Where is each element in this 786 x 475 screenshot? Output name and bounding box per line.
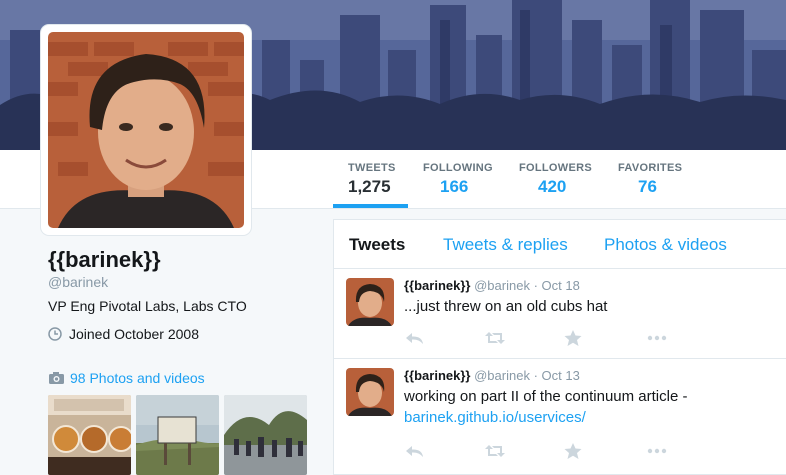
tab-tweets-replies[interactable]: Tweets & replies	[443, 235, 568, 255]
tweet-header: {{barinek}} @barinek · Oct 18	[404, 278, 580, 293]
stat-followers-label: FOLLOWERS	[519, 162, 592, 174]
camera-icon	[49, 372, 64, 384]
avatar-photo	[346, 368, 394, 416]
star-icon[interactable]	[562, 329, 584, 347]
tweet-date[interactable]: Oct 13	[542, 368, 580, 383]
photo-thumbnail[interactable]	[48, 395, 131, 475]
stat-following[interactable]: FOLLOWING 166	[423, 162, 493, 197]
clock-icon	[48, 327, 62, 341]
avatar-photo	[48, 32, 244, 228]
tweet-text: ...just threw on an old cubs hat	[404, 298, 608, 315]
tweet-link[interactable]: barinek.github.io/uservices/	[404, 407, 687, 428]
stat-followers-value: 420	[538, 177, 567, 196]
more-icon[interactable]	[646, 442, 668, 460]
photos-videos-link[interactable]: 98 Photos and videos	[48, 370, 205, 386]
stat-following-value: 166	[440, 177, 469, 196]
timeline-tabs: Tweets Tweets & replies Photos & videos	[334, 220, 786, 269]
avatar-photo	[346, 278, 394, 326]
tweets-timeline: Tweets Tweets & replies Photos & videos …	[333, 219, 786, 475]
tweet-separator: ·	[533, 368, 538, 383]
more-icon[interactable]	[646, 329, 668, 347]
tweet-author-handle[interactable]: @barinek	[474, 368, 530, 383]
race-crowd-photo	[224, 395, 307, 475]
tweet-item[interactable]: {{barinek}} @barinek · Oct 13 working on…	[334, 359, 786, 475]
profile-handle[interactable]: @barinek	[48, 274, 108, 290]
tab-tweets[interactable]: Tweets	[349, 235, 405, 255]
photos-videos-label: 98 Photos and videos	[70, 370, 205, 386]
tweet-separator: ·	[533, 278, 538, 293]
retweet-icon[interactable]	[484, 329, 506, 347]
tweet-avatar[interactable]	[346, 368, 394, 416]
stat-followers[interactable]: FOLLOWERS 420	[519, 162, 592, 197]
stat-following-label: FOLLOWING	[423, 162, 493, 174]
reply-icon[interactable]	[404, 442, 426, 460]
tweet-author-handle[interactable]: @barinek	[474, 278, 530, 293]
stat-favorites-label: FAVORITES	[618, 162, 683, 174]
profile-avatar	[48, 32, 244, 228]
profile-name[interactable]: {{barinek}}	[48, 247, 161, 273]
tweet-author-name[interactable]: {{barinek}}	[404, 368, 470, 383]
profile-bio: VP Eng Pivotal Labs, Labs CTO	[48, 298, 247, 314]
photo-thumbnail[interactable]	[136, 395, 219, 475]
tweet-date[interactable]: Oct 18	[542, 278, 580, 293]
stat-tweets-value: 1,275	[348, 177, 391, 196]
tab-photos-videos[interactable]: Photos & videos	[604, 235, 727, 255]
joined-text: Joined October 2008	[69, 326, 199, 342]
stat-favorites-value: 76	[638, 177, 657, 196]
tweet-text: working on part II of the continuum arti…	[404, 386, 687, 428]
tweet-text-body: working on part II of the continuum arti…	[404, 388, 688, 405]
tweet-author-name[interactable]: {{barinek}}	[404, 278, 470, 293]
photo-thumbnail[interactable]	[224, 395, 307, 475]
sign-landscape-photo	[136, 395, 219, 475]
tweet-avatar[interactable]	[346, 278, 394, 326]
profile-avatar-frame[interactable]	[41, 25, 251, 235]
active-stat-indicator	[333, 204, 408, 208]
star-icon[interactable]	[562, 442, 584, 460]
tweet-item[interactable]: {{barinek}} @barinek · Oct 18 ...just th…	[334, 269, 786, 359]
retweet-icon[interactable]	[484, 442, 506, 460]
stat-tweets-label: TWEETS	[348, 162, 396, 174]
reply-icon[interactable]	[404, 329, 426, 347]
profile-joined: Joined October 2008	[48, 326, 199, 342]
stat-tweets[interactable]: TWEETS 1,275	[348, 162, 396, 197]
stat-favorites[interactable]: FAVORITES 76	[618, 162, 682, 197]
tweet-header: {{barinek}} @barinek · Oct 13	[404, 368, 580, 383]
beer-flight-photo	[48, 395, 131, 475]
